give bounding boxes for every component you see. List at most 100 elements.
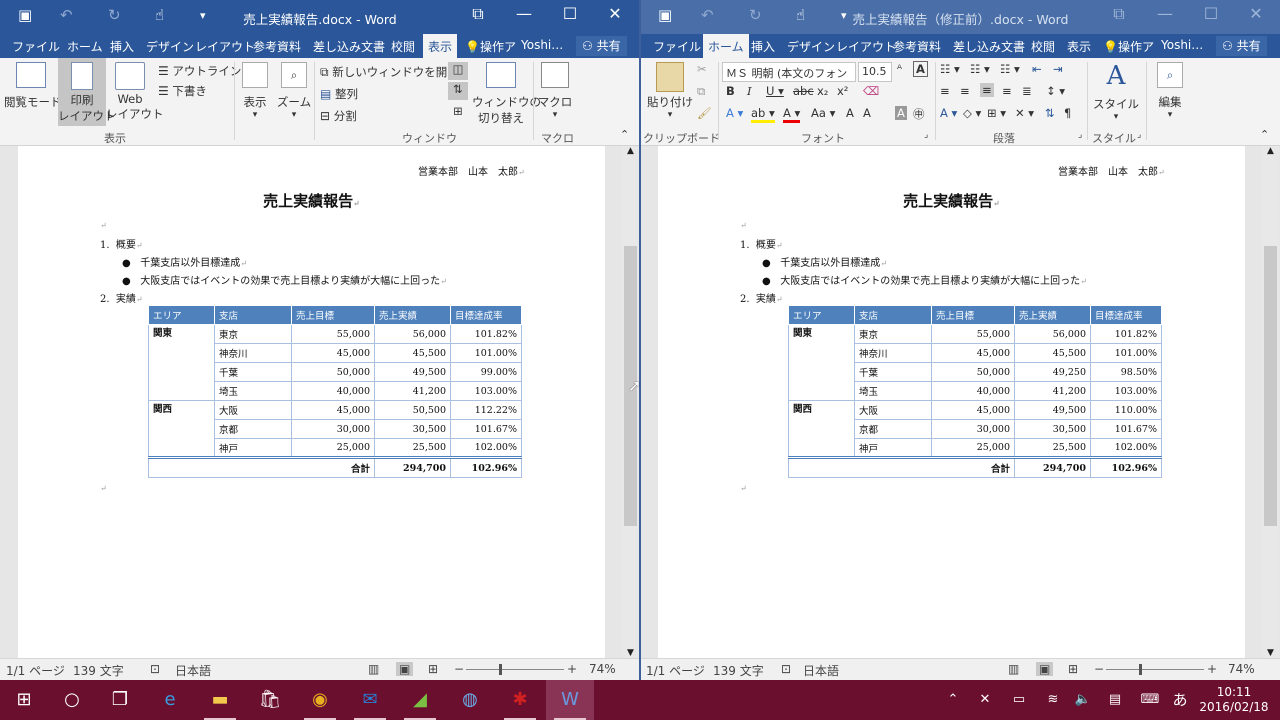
reading-mode-button[interactable]: 閲覧モード bbox=[4, 62, 62, 110]
shrink-font-icon[interactable]: A bbox=[863, 106, 871, 120]
show-button[interactable]: 表示 ▾ bbox=[238, 62, 272, 120]
tab-references[interactable]: 参考資料 bbox=[893, 38, 941, 55]
reset-window-position-button[interactable]: ⊞ bbox=[448, 104, 468, 122]
close-icon[interactable]: ✕ bbox=[600, 4, 630, 23]
close-icon[interactable]: ✕ bbox=[1241, 4, 1271, 23]
minimize-icon[interactable]: — bbox=[1150, 4, 1180, 23]
increase-indent-icon[interactable]: ⇥ bbox=[1053, 62, 1063, 76]
minimize-icon[interactable]: — bbox=[509, 4, 539, 23]
sort-icon[interactable]: ⇅ bbox=[1045, 106, 1055, 120]
enclose-char-icon[interactable]: ㊥ bbox=[913, 106, 925, 122]
read-mode-icon[interactable]: ▥ bbox=[1008, 662, 1019, 676]
arrange-all-button[interactable]: ▤ 整列 bbox=[320, 86, 358, 102]
print-layout-icon[interactable]: ▣ bbox=[1036, 662, 1054, 676]
borders-icon[interactable]: ⊞ ▾ bbox=[987, 106, 1006, 120]
zoom-out-icon[interactable]: − bbox=[454, 662, 464, 676]
strikethrough-icon[interactable]: abc bbox=[793, 84, 814, 98]
font-dialog-launcher[interactable]: ⌟ bbox=[924, 130, 928, 140]
tab-view[interactable]: 表示 bbox=[1067, 38, 1091, 55]
network-status-icon[interactable]: ✕ bbox=[972, 680, 998, 720]
maximize-icon[interactable]: ☐ bbox=[1196, 4, 1226, 23]
clear-format-icon[interactable]: ⌫ bbox=[863, 84, 879, 98]
zoom-slider[interactable] bbox=[466, 669, 564, 670]
tab-design[interactable]: デザイン bbox=[146, 38, 194, 55]
zoom-slider[interactable] bbox=[1106, 669, 1204, 670]
bullets-icon[interactable]: ☷ ▾ bbox=[940, 62, 960, 76]
zoom-in-icon[interactable]: + bbox=[1207, 662, 1217, 676]
task-view-button[interactable]: ❐ bbox=[96, 680, 144, 720]
tab-home[interactable]: ホーム bbox=[67, 38, 103, 55]
cut-icon[interactable]: ✂ bbox=[697, 62, 707, 76]
split-button[interactable]: ⊟ 分割 bbox=[320, 108, 357, 124]
tab-file[interactable]: ファイル bbox=[12, 38, 60, 55]
paragraph-dialog-launcher[interactable]: ⌟ bbox=[1078, 130, 1082, 140]
tab-file[interactable]: ファイル bbox=[653, 38, 701, 55]
superscript-icon[interactable]: x² bbox=[837, 84, 848, 98]
text-effect-icon[interactable]: A ▾ bbox=[726, 106, 743, 120]
tab-layout[interactable]: レイアウト bbox=[836, 38, 896, 55]
scroll-up-icon[interactable]: ▲ bbox=[1262, 146, 1279, 156]
vertical-scrollbar[interactable]: ▲ ▼ bbox=[1262, 146, 1279, 658]
multilevel-icon[interactable]: ☷ ▾ bbox=[1000, 62, 1020, 76]
zoom-level[interactable]: 74% bbox=[1228, 662, 1255, 676]
change-case-icon[interactable]: Aa ▾ bbox=[811, 106, 835, 120]
scroll-down-icon[interactable]: ▼ bbox=[622, 648, 639, 658]
tab-mailings[interactable]: 差し込み文書 bbox=[313, 38, 385, 55]
styles-button[interactable]: A スタイル ▾ bbox=[1091, 60, 1141, 122]
app-button[interactable]: ◢ bbox=[396, 680, 444, 720]
grow-font-icon-2[interactable]: A bbox=[846, 106, 854, 120]
font-color-icon[interactable]: A ▾ bbox=[783, 106, 801, 123]
tab-insert[interactable]: 挿入 bbox=[110, 38, 134, 55]
align-left-icon[interactable]: ≡ bbox=[940, 84, 950, 98]
globe-app-button[interactable]: ◍ bbox=[446, 680, 494, 720]
maximize-icon[interactable]: ☐ bbox=[555, 4, 585, 23]
align-center-icon[interactable]: ≡ bbox=[960, 84, 970, 98]
show-hidden-icons[interactable]: ⌃ bbox=[942, 680, 964, 720]
draft-button[interactable]: ☰ 下書き bbox=[158, 83, 207, 99]
edge-button[interactable]: e bbox=[146, 680, 194, 720]
web-layout-icon[interactable]: ⊞ bbox=[428, 662, 438, 676]
distribute-icon[interactable]: ≣ bbox=[1022, 84, 1032, 98]
macro-button[interactable]: マクロ ▾ bbox=[537, 62, 573, 120]
view-side-by-side-button[interactable]: ◫ bbox=[448, 62, 468, 80]
shading-icon[interactable]: ◇ ▾ bbox=[963, 106, 981, 120]
underline-icon[interactable]: U ▾ bbox=[766, 84, 784, 98]
char-scaling-icon[interactable]: ✕ ▾ bbox=[1015, 106, 1034, 120]
proofing-icon[interactable]: ⊡ bbox=[150, 662, 160, 676]
font-name-select[interactable]: ＭＳ 明朝 (本文のフォン bbox=[722, 62, 856, 82]
scroll-down-icon[interactable]: ▼ bbox=[1262, 648, 1279, 658]
keyboard-icon[interactable]: ⌨ bbox=[1136, 680, 1164, 720]
show-marks-icon[interactable]: ¶ bbox=[1064, 106, 1071, 120]
zoom-out-icon[interactable]: − bbox=[1094, 662, 1104, 676]
zoom-slider-thumb[interactable] bbox=[1139, 664, 1142, 675]
tab-references[interactable]: 参考資料 bbox=[253, 38, 301, 55]
battery-icon[interactable]: ▭ bbox=[1006, 680, 1032, 720]
tab-layout[interactable]: レイアウト bbox=[195, 38, 255, 55]
vertical-scrollbar[interactable]: ▲ ▼ bbox=[622, 146, 639, 658]
volume-icon[interactable]: 🔈 bbox=[1070, 680, 1096, 720]
word-count[interactable]: 139 文字 bbox=[73, 662, 124, 679]
copy-icon[interactable]: ⧉ bbox=[697, 84, 705, 99]
tab-view[interactable]: 表示 bbox=[423, 34, 458, 58]
grow-font-icon[interactable]: ᴬ bbox=[897, 62, 902, 76]
new-window-button[interactable]: ⧉ 新しいウィンドウを開く bbox=[320, 64, 459, 80]
char-shading-icon[interactable]: A bbox=[895, 106, 907, 120]
app-2-button[interactable]: ✱ bbox=[496, 680, 544, 720]
decrease-indent-icon[interactable]: ⇤ bbox=[1032, 62, 1042, 76]
print-layout-icon[interactable]: ▣ bbox=[396, 662, 414, 676]
page-count[interactable]: 1/1 ページ bbox=[6, 662, 65, 679]
print-layout-button[interactable]: 印刷 レイアウト bbox=[58, 58, 116, 126]
clock[interactable]: 10:11 2016/02/18 bbox=[1196, 680, 1272, 720]
wifi-icon[interactable]: ≋ bbox=[1040, 680, 1066, 720]
start-button[interactable]: ⊞ bbox=[0, 680, 48, 720]
paste-button[interactable]: 貼り付け ▾ bbox=[647, 62, 693, 120]
store-button[interactable]: 🛍 bbox=[246, 680, 294, 720]
ime-mode[interactable]: あ bbox=[1168, 680, 1192, 720]
scroll-thumb[interactable] bbox=[1264, 246, 1277, 526]
tab-insert[interactable]: 挿入 bbox=[751, 38, 775, 55]
tab-mailings[interactable]: 差し込み文書 bbox=[953, 38, 1025, 55]
action-center-icon[interactable]: ▤ bbox=[1102, 680, 1128, 720]
outline-button[interactable]: ☰ アウトライン bbox=[158, 63, 241, 79]
tab-review[interactable]: 校閲 bbox=[1031, 38, 1055, 55]
editing-button[interactable]: ⌕ 編集 ▾ bbox=[1150, 62, 1190, 120]
